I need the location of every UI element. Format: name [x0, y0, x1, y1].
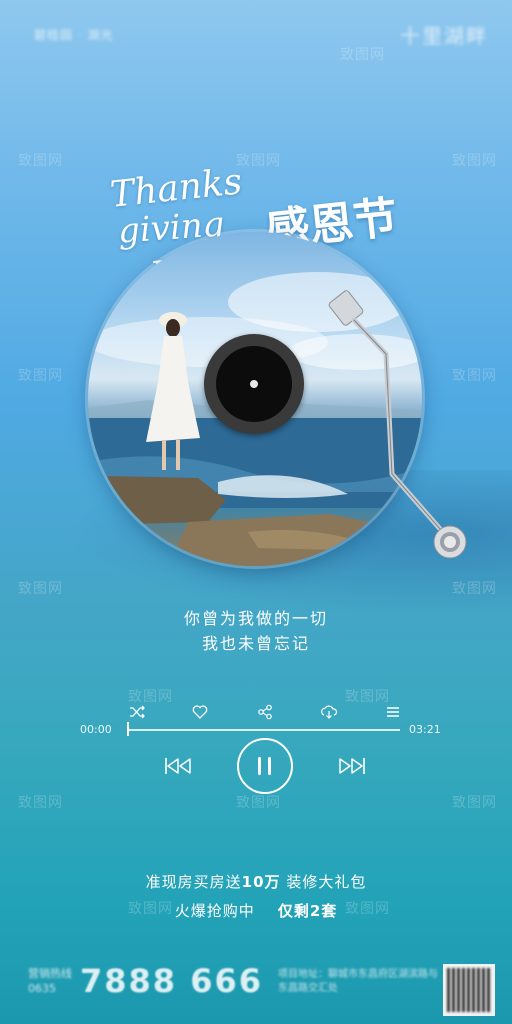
watermark: 致图网: [18, 153, 63, 169]
next-button[interactable]: [334, 752, 370, 780]
pause-button[interactable]: [237, 738, 293, 794]
promo-remaining: 仅剩2套: [277, 902, 338, 920]
promo-line-2: 火爆抢购中 仅剩2套: [0, 900, 512, 921]
watermark: 致图网: [18, 795, 63, 811]
lyric-line-1: 你曾为我做的一切: [183, 609, 328, 628]
player-options-row: [128, 703, 400, 721]
project-address: 项目地址：聊城市东昌府区湖滨路与东昌路交汇处: [278, 969, 438, 994]
progress-knob[interactable]: [127, 722, 129, 736]
watermark: 致图网: [452, 153, 497, 169]
promo-text-c: 装修大礼包: [280, 873, 367, 891]
watermark: 致图网: [236, 795, 281, 811]
hotline-label: 营销热线: [28, 967, 72, 980]
lyric-line-2: 我也未曾忘记: [201, 634, 310, 653]
promo-hot-sale: 火爆抢购中: [174, 902, 255, 920]
top-brand-bar: 碧桂园 · 湖光 十里湖畔: [34, 22, 488, 48]
qr-code[interactable]: [443, 964, 495, 1016]
previous-button[interactable]: [160, 752, 196, 780]
share-icon[interactable]: [256, 703, 274, 721]
time-total: 03:21: [409, 723, 441, 736]
pause-icon: [258, 757, 271, 775]
watermark: 致图网: [236, 153, 281, 169]
promo-highlight-amount: 10万: [241, 873, 281, 891]
qr-pattern: [447, 968, 491, 1012]
next-icon: [339, 758, 365, 774]
download-icon[interactable]: [320, 703, 338, 721]
phone-number[interactable]: 7888 666: [80, 962, 263, 1000]
watermark: 致图网: [452, 795, 497, 811]
menu-icon[interactable]: [384, 703, 402, 721]
area-code: 0635: [28, 982, 56, 995]
watermark: 致图网: [340, 47, 385, 63]
promo-text-a: 准现房买房送: [145, 873, 242, 891]
record-center-label: [204, 334, 304, 434]
progress-bar[interactable]: [128, 729, 400, 731]
hotline-block: 营销热线 0635: [28, 966, 72, 996]
record-spindle: [250, 380, 258, 388]
watermark: 致图网: [18, 368, 63, 384]
tonearm-icon[interactable]: [320, 288, 480, 568]
contact-bar: 营销热线 0635 7888 666 项目地址：聊城市东昌府区湖滨路与东昌路交汇…: [28, 962, 488, 1006]
brand-right-logo: 十里湖畔: [400, 23, 488, 48]
previous-icon: [165, 758, 191, 774]
transport-controls: [160, 738, 370, 794]
heart-icon[interactable]: [191, 703, 209, 721]
time-elapsed: 00:00: [80, 723, 112, 736]
shuffle-icon[interactable]: [128, 703, 146, 721]
promo-line-1: 准现房买房送10万 装修大礼包: [0, 871, 512, 892]
brand-left-text: 碧桂园 · 湖光: [34, 27, 114, 42]
